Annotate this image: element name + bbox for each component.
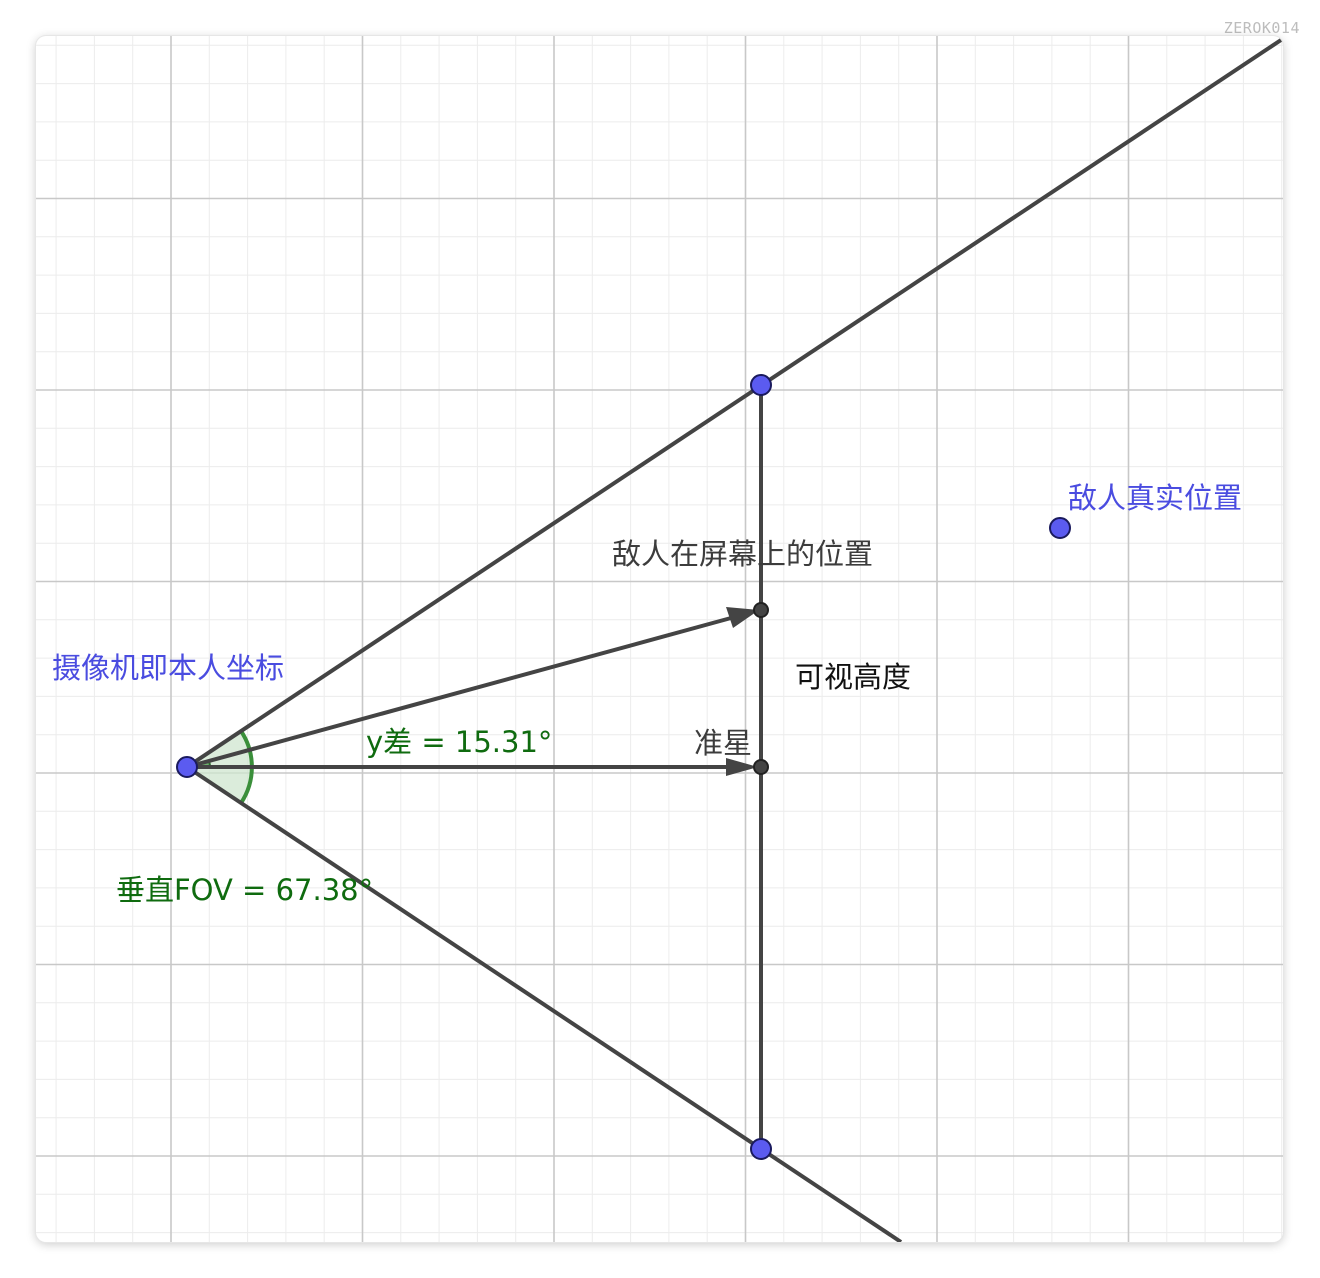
- screen-bottom-point[interactable]: [750, 1138, 772, 1160]
- camera-label: 摄像机即本人坐标: [52, 651, 284, 685]
- camera-point[interactable]: [176, 756, 198, 778]
- vertical-fov-angle-label: 垂直FOV = 67.38°: [116, 873, 373, 907]
- geometry-canvas[interactable]: 摄像机即本人坐标 敌人真实位置 敌人在屏幕上的位置 可视高度 准星 y差 = 1…: [36, 36, 1283, 1242]
- enemy-screen-label: 敌人在屏幕上的位置: [612, 537, 873, 571]
- enemy-real-label: 敌人真实位置: [1068, 481, 1242, 515]
- fov-lower-ray: [185, 765, 903, 1242]
- visible-height-label: 可视高度: [795, 660, 911, 694]
- enemy-screen-point[interactable]: [753, 602, 769, 618]
- crosshair-point[interactable]: [753, 759, 769, 775]
- geometry-canvas-window[interactable]: 摄像机即本人坐标 敌人真实位置 敌人在屏幕上的位置 可视高度 准星 y差 = 1…: [36, 36, 1283, 1242]
- enemy-real-point[interactable]: [1049, 517, 1071, 539]
- crosshair-label: 准星: [694, 726, 752, 760]
- y-diff-angle-label: y差 = 15.31°: [366, 725, 552, 759]
- screen-top-point[interactable]: [750, 374, 772, 396]
- watermark: ZEROK014: [1223, 19, 1300, 37]
